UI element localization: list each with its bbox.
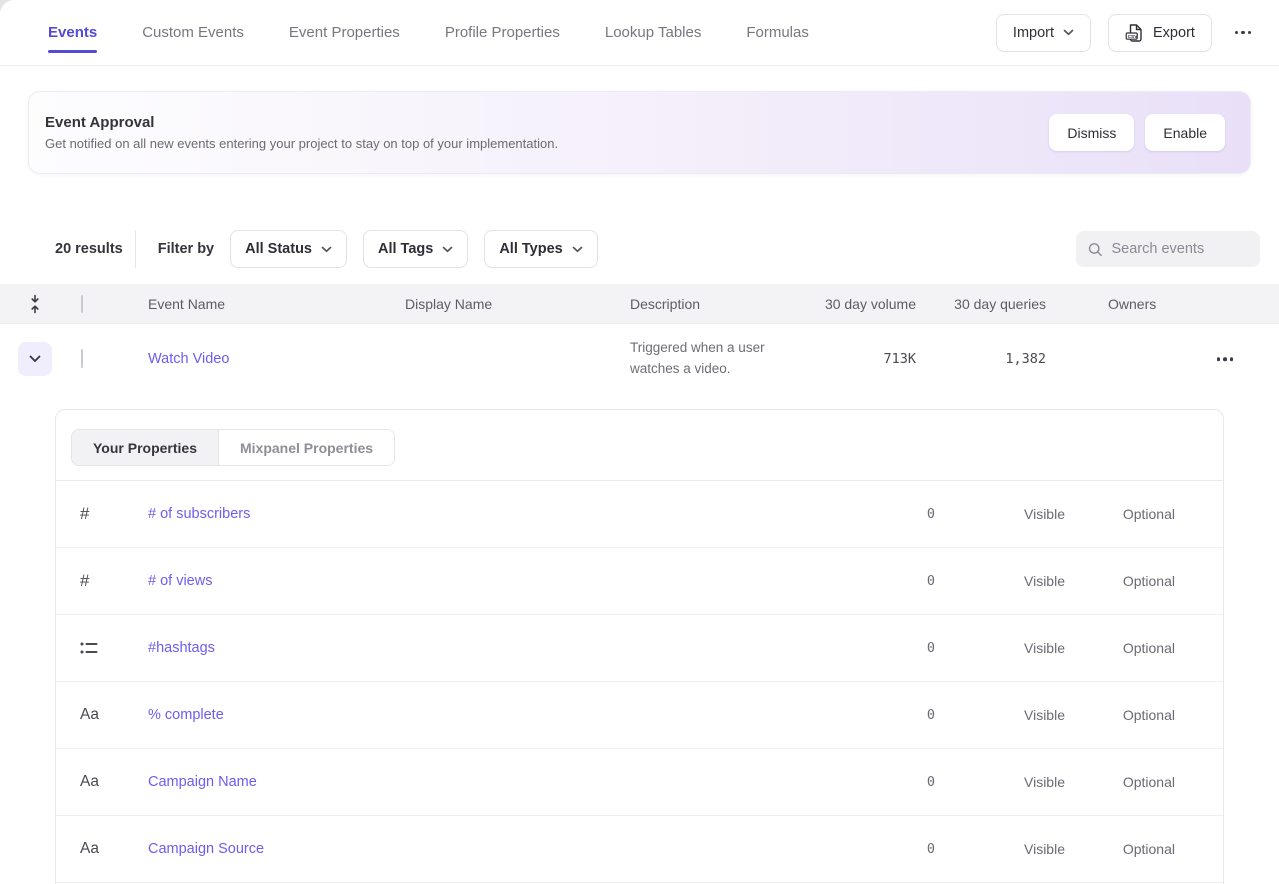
row-checkbox[interactable] <box>81 349 83 368</box>
events-table-header: Event Name Display Name Description 30 d… <box>0 284 1279 324</box>
event-approval-banner: Event Approval Get notified on all new e… <box>28 91 1251 174</box>
tab-event-properties[interactable]: Event Properties <box>289 24 400 41</box>
csv-file-icon: CSV <box>1125 23 1144 43</box>
filter-by-label: Filter by <box>158 241 214 257</box>
banner-text: Event Approval Get notified on all new e… <box>45 114 558 151</box>
chevron-down-icon <box>321 246 332 253</box>
enable-button[interactable]: Enable <box>1145 114 1225 151</box>
number-type-icon: # <box>80 571 89 591</box>
tab-events[interactable]: Events <box>48 24 97 41</box>
text-type-icon: Aa <box>80 840 99 858</box>
row-more-menu-icon[interactable] <box>1211 353 1239 365</box>
column-display-name: Display Name <box>405 296 630 312</box>
types-filter-dropdown[interactable]: All Types <box>484 230 597 268</box>
status-filter-label: All Status <box>245 241 312 257</box>
property-visibility: Visible <box>935 707 1065 723</box>
text-type-icon: Aa <box>80 773 99 791</box>
property-requirement: Optional <box>1065 640 1175 656</box>
banner-description: Get notified on all new events entering … <box>45 136 558 151</box>
column-description: Description <box>630 296 820 312</box>
property-requirement: Optional <box>1065 573 1175 589</box>
column-30-day-volume: 30 day volume <box>820 296 920 312</box>
property-name-link[interactable]: % complete <box>148 707 224 723</box>
banner-actions: Dismiss Enable <box>1049 114 1225 151</box>
search-box <box>1076 231 1260 267</box>
property-row: # # of views 0 Visible Optional <box>56 548 1223 615</box>
filter-bar: 20 results Filter by All Status All Tags… <box>0 229 1279 269</box>
nav-more-menu-icon[interactable] <box>1229 27 1257 39</box>
nav-actions: Import CSV Export <box>996 14 1257 52</box>
tab-lookup-tables[interactable]: Lookup Tables <box>605 24 701 41</box>
property-row: #hashtags 0 Visible Optional <box>56 615 1223 682</box>
property-name-link[interactable]: #hashtags <box>148 640 215 656</box>
export-button-label: Export <box>1153 25 1195 41</box>
status-filter-dropdown[interactable]: All Status <box>230 230 347 268</box>
property-visibility: Visible <box>935 506 1065 522</box>
collapse-all-icon[interactable] <box>28 294 42 314</box>
tab-mixpanel-properties[interactable]: Mixpanel Properties <box>218 430 394 465</box>
event-30-day-queries: 1,382 <box>920 351 1050 367</box>
property-row: # # of subscribers 0 Visible Optional <box>56 481 1223 548</box>
property-events-count: 0 <box>840 774 935 790</box>
results-count: 20 results <box>55 241 123 257</box>
event-name-link[interactable]: Watch Video <box>148 351 229 367</box>
property-requirement: Optional <box>1065 774 1175 790</box>
tab-your-properties[interactable]: Your Properties <box>72 430 218 465</box>
event-30-day-volume: 713K <box>820 351 920 367</box>
property-name-link[interactable]: Campaign Source <box>148 841 264 857</box>
search-input[interactable] <box>1112 241 1249 257</box>
tags-filter-dropdown[interactable]: All Tags <box>363 230 468 268</box>
lexicon-events-page: Events Custom Events Event Properties Pr… <box>0 0 1279 884</box>
collapse-row-button[interactable] <box>18 342 52 376</box>
property-events-count: 0 <box>840 841 935 857</box>
tab-formulas[interactable]: Formulas <box>746 24 809 41</box>
banner-title: Event Approval <box>45 114 558 131</box>
column-event-name: Event Name <box>148 296 405 312</box>
property-requirement: Optional <box>1065 841 1175 857</box>
select-all-checkbox[interactable] <box>81 295 83 313</box>
property-name-link[interactable]: # of views <box>148 573 212 589</box>
list-type-icon <box>80 641 98 655</box>
properties-tabs: Your Properties Mixpanel Properties <box>71 429 395 466</box>
number-type-icon: # <box>80 504 89 524</box>
svg-text:CSV: CSV <box>1128 33 1139 39</box>
chevron-down-icon <box>572 246 583 253</box>
chevron-down-icon <box>29 355 41 363</box>
tab-custom-events[interactable]: Custom Events <box>142 24 244 41</box>
types-filter-label: All Types <box>499 241 562 257</box>
export-button[interactable]: CSV Export <box>1108 14 1212 52</box>
import-button-label: Import <box>1013 25 1054 41</box>
event-row-watch-video: Watch Video Triggered when a user watche… <box>0 324 1279 394</box>
property-events-count: 0 <box>840 707 935 723</box>
property-events-count: 0 <box>840 573 935 589</box>
property-requirement: Optional <box>1065 506 1175 522</box>
column-owners: Owners <box>1050 296 1279 312</box>
property-name-link[interactable]: Campaign Name <box>148 774 257 790</box>
chevron-down-icon <box>442 246 453 253</box>
event-description: Triggered when a user watches a video. <box>630 338 805 380</box>
import-button[interactable]: Import <box>996 14 1091 52</box>
text-type-icon: Aa <box>80 706 99 724</box>
tab-profile-properties[interactable]: Profile Properties <box>445 24 560 41</box>
divider <box>135 230 136 268</box>
property-visibility: Visible <box>935 640 1065 656</box>
property-visibility: Visible <box>935 841 1065 857</box>
property-row: Aa Campaign Source 0 Visible Optional <box>56 816 1223 883</box>
property-row: Aa Campaign Name 0 Visible Optional <box>56 749 1223 816</box>
property-visibility: Visible <box>935 774 1065 790</box>
chevron-down-icon <box>1063 29 1074 36</box>
tags-filter-label: All Tags <box>378 241 433 257</box>
nav-tabs: Events Custom Events Event Properties Pr… <box>48 24 809 41</box>
dismiss-button[interactable]: Dismiss <box>1049 114 1134 151</box>
property-requirement: Optional <box>1065 707 1175 723</box>
column-30-day-queries: 30 day queries <box>920 296 1050 312</box>
property-visibility: Visible <box>935 573 1065 589</box>
property-name-link[interactable]: # of subscribers <box>148 506 250 522</box>
property-row: Aa % complete 0 Visible Optional <box>56 682 1223 749</box>
property-events-count: 0 <box>840 506 935 522</box>
property-events-count: 0 <box>840 640 935 656</box>
top-nav: Events Custom Events Event Properties Pr… <box>0 0 1279 66</box>
properties-panel: Your Properties Mixpanel Properties # # … <box>55 409 1224 884</box>
search-icon <box>1088 241 1103 258</box>
